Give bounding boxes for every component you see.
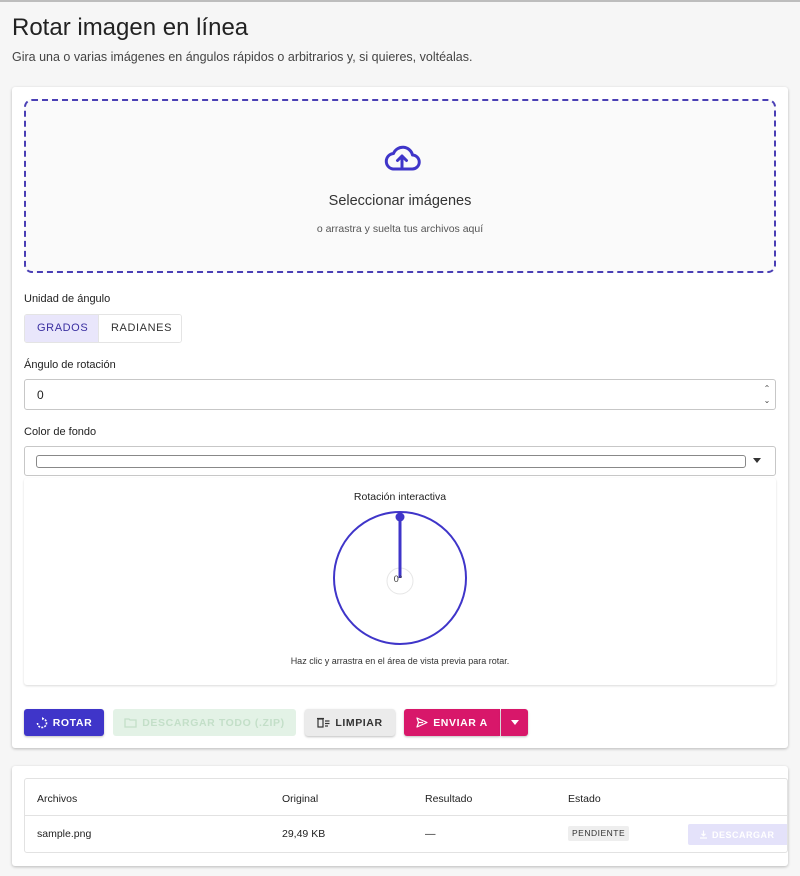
file-result: — (425, 828, 436, 840)
column-header-result: Resultado (425, 793, 473, 805)
background-color-select[interactable] (24, 446, 776, 476)
rotation-angle-label: Ángulo de rotación (24, 359, 116, 371)
send-icon (416, 717, 428, 728)
cloud-upload-icon (384, 145, 421, 171)
download-zip-label: DESCARGAR TODO (.ZIP) (142, 716, 285, 729)
background-color-label: Color de fondo (24, 426, 97, 438)
column-header-files: Archivos (37, 793, 78, 805)
download-zip-button[interactable]: DESCARGAR TODO (.ZIP) (113, 709, 296, 736)
color-swatch (36, 455, 746, 468)
chevron-down-icon (753, 458, 761, 463)
download-file-label: DESCARGAR (712, 829, 775, 840)
download-file-button[interactable]: DESCARGAR (688, 824, 787, 845)
column-header-status: Estado (568, 793, 601, 805)
rotation-dial[interactable]: 0° (332, 510, 468, 646)
dropzone-subtitle: o arrastra y suelta tus archivos aquí (316, 223, 484, 235)
send-to-label: ENVIAR A (433, 716, 488, 729)
file-dropzone[interactable]: Seleccionar imágenes o arrastra y suelta… (24, 99, 776, 273)
dropzone-title: Seleccionar imágenes (328, 193, 472, 209)
angle-readout: 0° (394, 574, 403, 584)
rotation-angle-input[interactable]: 0 ⌃ ⌄ (24, 379, 776, 410)
table-divider (25, 815, 787, 816)
spin-up-icon[interactable]: ⌃ (762, 384, 772, 394)
status-badge: PENDIENTE (568, 826, 630, 841)
preview-title: Rotación interactiva (353, 491, 447, 503)
column-header-original: Original (282, 793, 319, 805)
rotation-handle-knob (395, 512, 405, 522)
file-original-size: 29,49 KB (282, 828, 326, 840)
files-table: Archivos Original Resultado Estado sampl… (24, 778, 788, 853)
angle-unit-label: Unidad de ángulo (24, 293, 111, 305)
send-to-button[interactable]: ENVIAR A (404, 709, 500, 736)
chevron-down-icon (510, 720, 519, 725)
rotation-angle-value: 0 (37, 388, 44, 402)
clear-label: LIMPIAR (335, 716, 383, 729)
clear-list-icon (317, 717, 330, 728)
files-card: Archivos Original Resultado Estado sampl… (12, 766, 788, 866)
rotate-label: ROTAR (52, 716, 93, 729)
toggle-degrees[interactable]: GRADOS (25, 315, 98, 342)
toggle-radians[interactable]: RADIANES (98, 315, 181, 342)
clear-button[interactable]: LIMPIAR (305, 709, 395, 736)
download-icon (700, 830, 707, 839)
folder-icon (124, 718, 137, 728)
preview-hint: Haz clic y arrastra en el área de vista … (290, 656, 510, 666)
page-subtitle: Gira una o varias imágenes en ángulos rá… (12, 50, 473, 64)
page-title: Rotar imagen en línea (12, 14, 249, 41)
rotate-tool-card: Seleccionar imágenes o arrastra y suelta… (12, 87, 788, 748)
rotate-button[interactable]: ROTAR (24, 709, 104, 736)
file-name: sample.png (37, 828, 92, 840)
angle-unit-toggle: GRADOS RADIANES (24, 314, 182, 343)
interactive-preview[interactable]: Rotación interactiva 0° Haz clic y arras… (24, 478, 776, 685)
spin-down-icon[interactable]: ⌄ (762, 396, 772, 406)
rotate-icon (36, 716, 48, 728)
send-to-menu-button[interactable] (501, 709, 528, 736)
